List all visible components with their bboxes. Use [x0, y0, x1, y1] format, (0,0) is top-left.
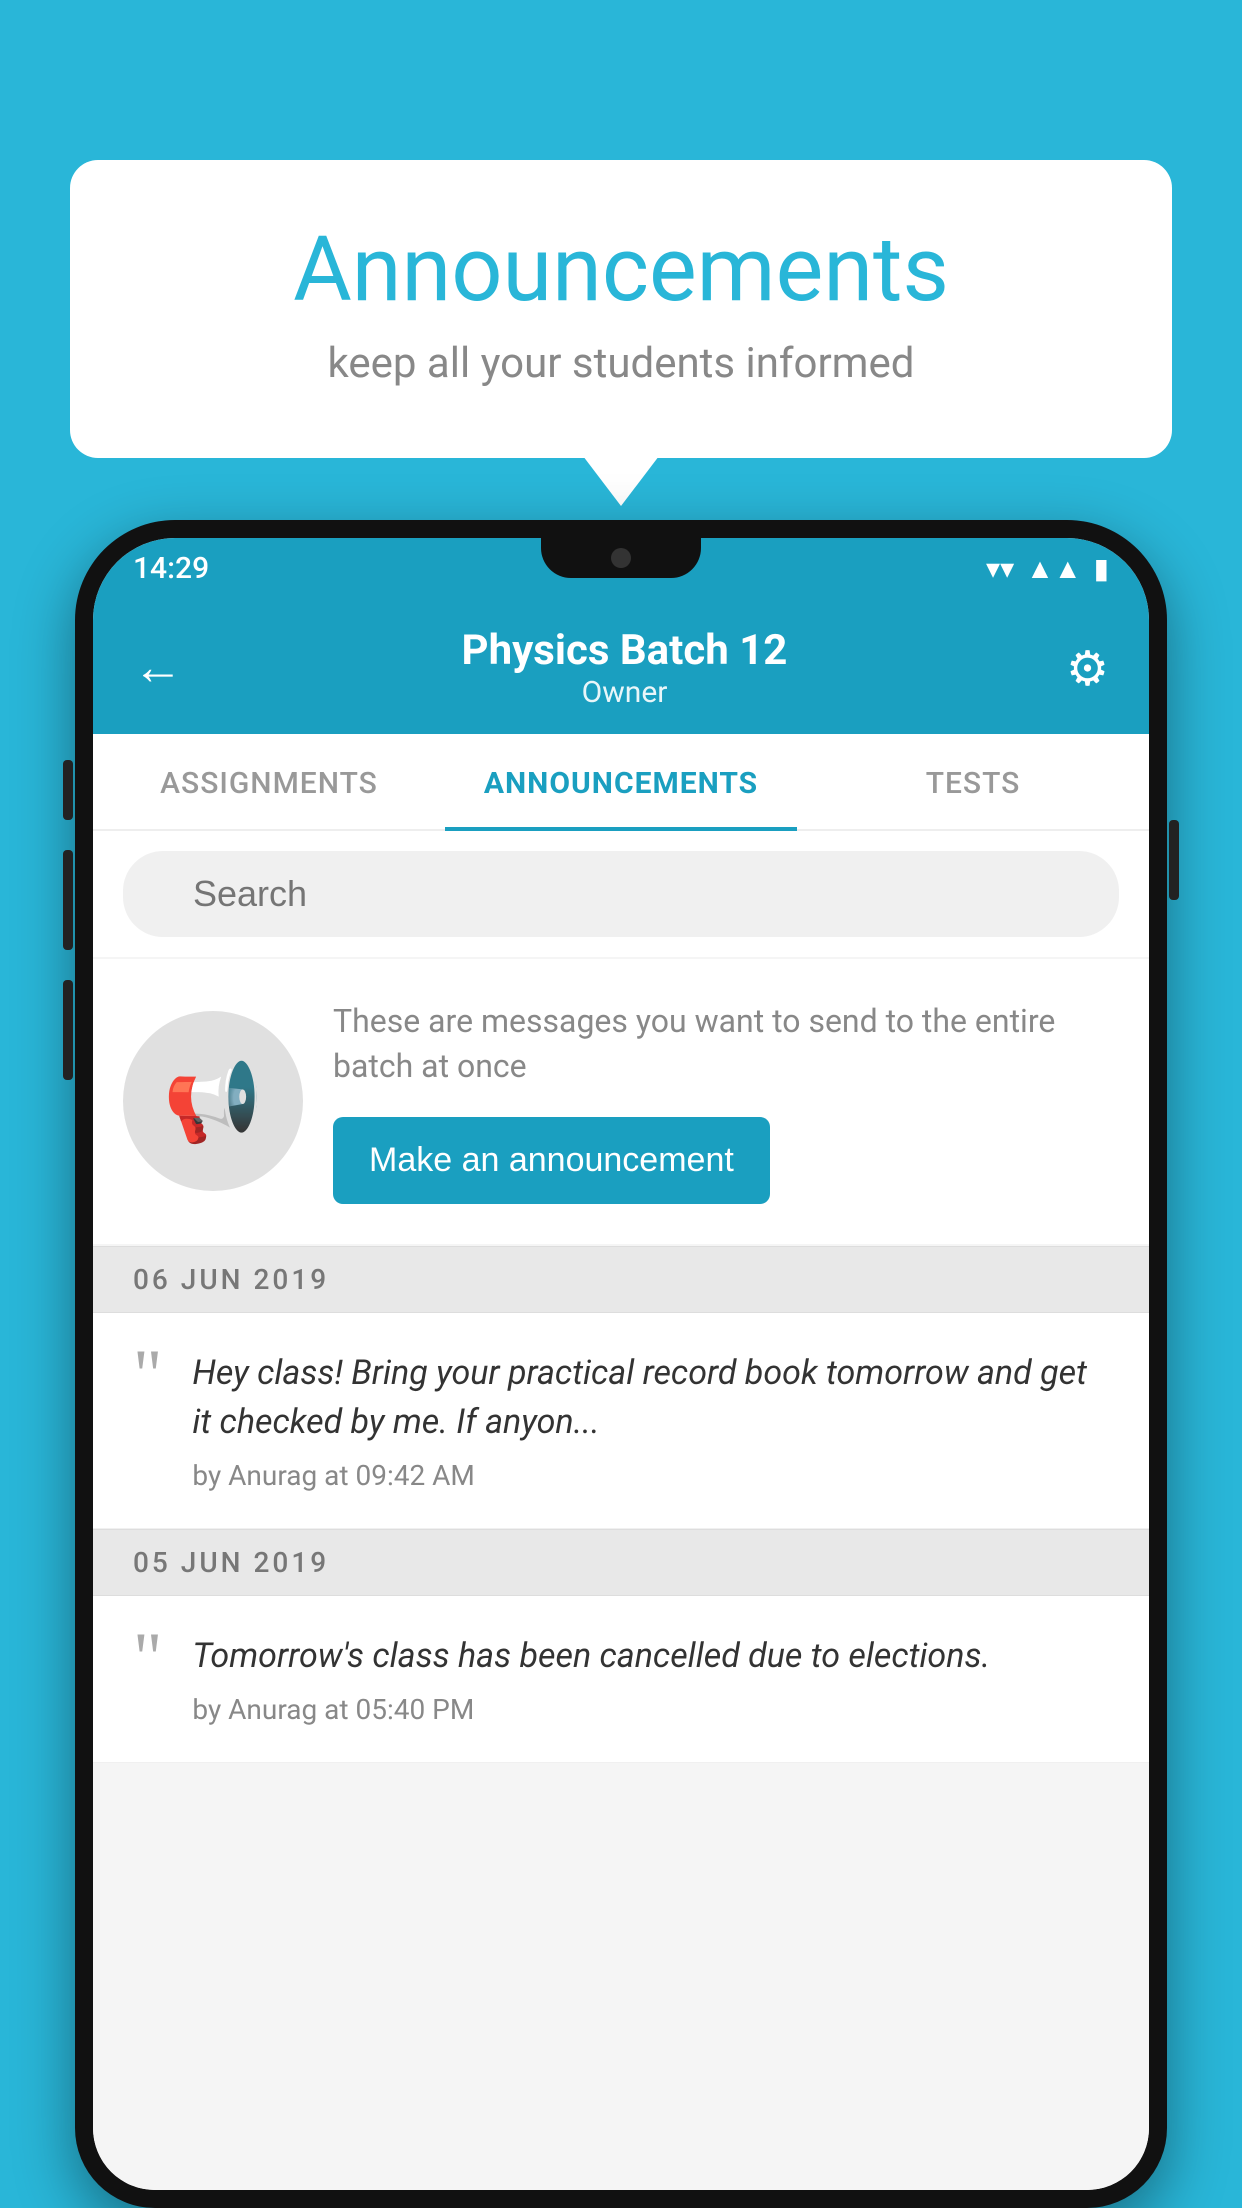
announcement-text-wrap-1: Hey class! Bring your practical record b…: [192, 1349, 1109, 1493]
megaphone-icon: 📢: [163, 1054, 263, 1148]
announcement-text-1: Hey class! Bring your practical record b…: [192, 1349, 1109, 1448]
promo-icon-circle: 📢: [123, 1011, 303, 1191]
search-input[interactable]: [123, 851, 1119, 937]
search-wrapper: 🔍: [123, 851, 1119, 937]
announcement-text-wrap-2: Tomorrow's class has been cancelled due …: [192, 1632, 1109, 1726]
quote-icon-1: ": [133, 1339, 162, 1411]
quote-icon-2: ": [133, 1622, 162, 1694]
search-container: 🔍: [93, 831, 1149, 957]
phone-notch: [541, 538, 701, 578]
phone-screen: 14:29 ▾▾ ▲▲ ▮ ← Physics Batch 12 Owner ⚙…: [93, 538, 1149, 2190]
announcement-meta-2: by Anurag at 05:40 PM: [192, 1693, 1109, 1726]
announcement-item-2[interactable]: " Tomorrow's class has been cancelled du…: [93, 1596, 1149, 1763]
promo-description: These are messages you want to send to t…: [333, 999, 1119, 1089]
bubble-title: Announcements: [150, 220, 1092, 319]
tab-assignments[interactable]: ASSIGNMENTS: [93, 734, 445, 829]
tabs-bar: ASSIGNMENTS ANNOUNCEMENTS TESTS: [93, 734, 1149, 831]
phone-frame: 14:29 ▾▾ ▲▲ ▮ ← Physics Batch 12 Owner ⚙…: [75, 520, 1167, 2208]
power-button: [1169, 820, 1179, 900]
tab-tests[interactable]: TESTS: [797, 734, 1149, 829]
status-bar: 14:29 ▾▾ ▲▲ ▮: [93, 538, 1149, 598]
announcement-meta-1: by Anurag at 09:42 AM: [192, 1459, 1109, 1492]
bubble-subtitle: keep all your students informed: [150, 339, 1092, 388]
signal-icon: ▲▲: [1026, 552, 1081, 585]
batch-title: Physics Batch 12: [183, 626, 1066, 675]
speech-bubble: Announcements keep all your students inf…: [70, 160, 1172, 458]
speech-bubble-section: Announcements keep all your students inf…: [70, 160, 1172, 458]
content-area: 🔍 📢 These are messages you want to send …: [93, 831, 1149, 2190]
status-time: 14:29: [133, 551, 209, 586]
wifi-icon: ▾▾: [986, 552, 1014, 585]
status-icons: ▾▾ ▲▲ ▮: [986, 552, 1109, 585]
volume-down-button: [63, 980, 73, 1080]
announcement-text-2: Tomorrow's class has been cancelled due …: [192, 1632, 1109, 1681]
settings-button[interactable]: ⚙: [1066, 640, 1109, 697]
app-header: ← Physics Batch 12 Owner ⚙: [93, 598, 1149, 734]
make-announcement-button[interactable]: Make an announcement: [333, 1117, 770, 1204]
date-divider-1: 06 JUN 2019: [93, 1246, 1149, 1313]
date-divider-2: 05 JUN 2019: [93, 1529, 1149, 1596]
announcement-item-1[interactable]: " Hey class! Bring your practical record…: [93, 1313, 1149, 1530]
owner-label: Owner: [183, 675, 1066, 710]
mute-button: [63, 760, 73, 820]
battery-icon: ▮: [1094, 552, 1109, 585]
promo-section: 📢 These are messages you want to send to…: [93, 959, 1149, 1244]
volume-up-button: [63, 850, 73, 950]
tab-announcements[interactable]: ANNOUNCEMENTS: [445, 734, 797, 829]
back-button[interactable]: ←: [133, 643, 183, 693]
header-center: Physics Batch 12 Owner: [183, 626, 1066, 710]
promo-content: These are messages you want to send to t…: [333, 999, 1119, 1204]
front-camera: [611, 548, 631, 568]
